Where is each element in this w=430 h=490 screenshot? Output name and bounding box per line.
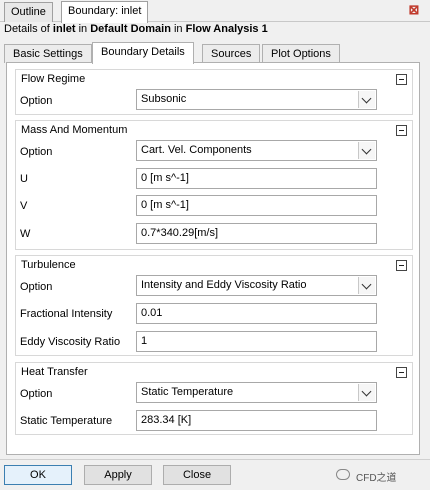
watermark-text: CFD之道 (356, 473, 397, 484)
mass-momentum-option-select[interactable]: Cart. Vel. Components (136, 140, 377, 161)
v-label: V (20, 200, 28, 212)
tab-boundary-details[interactable]: Boundary Details (92, 42, 194, 64)
flow-regime-group: Flow Regime Option Subsonic (15, 69, 413, 115)
boundary-details-panel: Flow Regime Option Subsonic Mass And Mom… (6, 62, 420, 455)
details-domain: Default Domain (90, 23, 171, 35)
close-button[interactable]: Close (163, 465, 231, 485)
turbulence-option-label: Option (20, 281, 53, 293)
top-tab-bar: Outline Boundary: inlet ⊠ (0, 0, 430, 23)
u-label: U (20, 173, 28, 185)
tab-boundary-inlet[interactable]: Boundary: inlet (61, 1, 149, 23)
mass-momentum-option-value: Cart. Vel. Components (141, 144, 252, 156)
collapse-icon[interactable] (396, 74, 407, 85)
eddy-viscosity-ratio-input[interactable]: 1 (136, 331, 377, 352)
w-input[interactable]: 0.7*340.29[m/s] (136, 223, 377, 244)
collapse-icon[interactable] (396, 125, 407, 136)
v-input[interactable]: 0 [m s^-1] (136, 195, 377, 216)
apply-button[interactable]: Apply (84, 465, 152, 485)
mass-momentum-title: Mass And Momentum (21, 124, 128, 136)
chevron-down-icon[interactable] (358, 384, 375, 401)
details-sep-2: in (170, 23, 186, 35)
details-prefix: Details of (4, 23, 53, 35)
fractional-intensity-label: Fractional Intensity (20, 308, 113, 320)
heat-transfer-title: Heat Transfer (21, 366, 88, 378)
chevron-down-icon[interactable] (358, 277, 375, 294)
tab-basic-settings[interactable]: Basic Settings (4, 44, 92, 63)
turbulence-option-value: Intensity and Eddy Viscosity Ratio (141, 279, 307, 291)
flow-regime-title: Flow Regime (21, 73, 86, 85)
mass-momentum-option-label: Option (20, 146, 53, 158)
w-label: W (20, 228, 31, 240)
flow-regime-option-select[interactable]: Subsonic (136, 89, 377, 110)
close-icon[interactable]: ⊠ (408, 3, 420, 16)
eddy-viscosity-ratio-label: Eddy Viscosity Ratio (20, 336, 121, 348)
ok-button[interactable]: OK (4, 465, 72, 485)
collapse-icon[interactable] (396, 260, 407, 271)
tab-sources[interactable]: Sources (202, 44, 261, 63)
turbulence-option-select[interactable]: Intensity and Eddy Viscosity Ratio (136, 275, 377, 296)
chevron-down-icon[interactable] (358, 91, 375, 108)
heat-transfer-option-label: Option (20, 388, 53, 400)
details-header: Details of inlet in Default Domain in Fl… (4, 23, 268, 35)
mass-momentum-group: Mass And Momentum Option Cart. Vel. Comp… (15, 120, 413, 250)
tab-plot-options[interactable]: Plot Options (262, 44, 340, 63)
heat-transfer-option-value: Static Temperature (141, 386, 234, 398)
divider (0, 459, 430, 460)
details-analysis: Flow Analysis 1 (185, 23, 268, 35)
turbulence-title: Turbulence (21, 259, 76, 271)
flow-regime-option-label: Option (20, 95, 53, 107)
static-temperature-input[interactable]: 283.34 [K] (136, 410, 377, 431)
details-sep-1: in (75, 23, 91, 35)
heat-transfer-option-select[interactable]: Static Temperature (136, 382, 377, 403)
wechat-icon (336, 469, 350, 480)
tab-outline[interactable]: Outline (4, 2, 53, 22)
heat-transfer-group: Heat Transfer Option Static Temperature … (15, 362, 413, 435)
watermark: CFD之道 (336, 468, 426, 484)
fractional-intensity-input[interactable]: 0.01 (136, 303, 377, 324)
collapse-icon[interactable] (396, 367, 407, 378)
flow-regime-option-value: Subsonic (141, 93, 187, 105)
chevron-down-icon[interactable] (358, 142, 375, 159)
details-object: inlet (52, 23, 76, 35)
turbulence-group: Turbulence Option Intensity and Eddy Vis… (15, 255, 413, 356)
static-temperature-label: Static Temperature (20, 415, 113, 427)
u-input[interactable]: 0 [m s^-1] (136, 168, 377, 189)
